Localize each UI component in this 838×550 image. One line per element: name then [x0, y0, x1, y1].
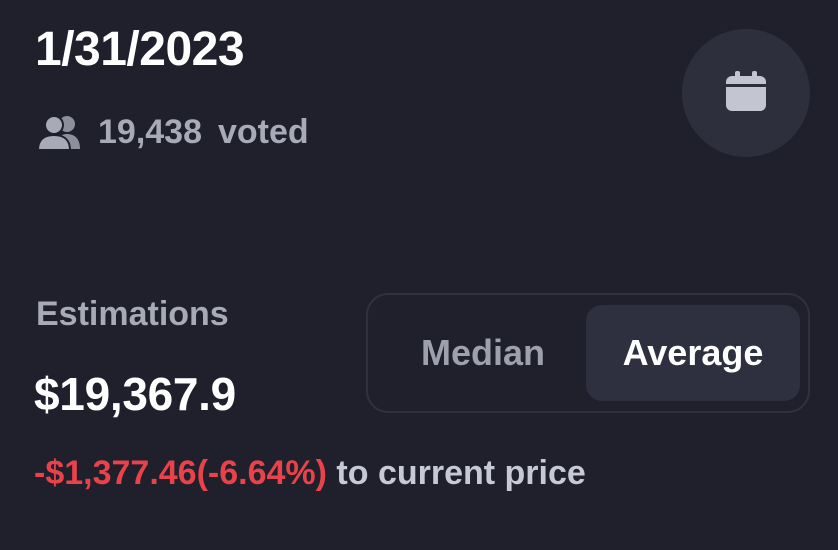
estimation-mode-toggle: Median Average [366, 293, 810, 413]
toggle-option-average[interactable]: Average [586, 305, 800, 401]
calendar-button[interactable] [682, 29, 810, 157]
voters-info: 19,438 voted [36, 110, 309, 154]
toggle-option-median[interactable]: Median [380, 305, 586, 401]
estimation-date: 1/31/2023 [35, 23, 245, 76]
price-delta-suffix: to current price [336, 454, 586, 492]
price-delta-amount: -$1,377.46(-6.64%) [34, 454, 327, 492]
estimation-value: $19,367.9 [34, 368, 236, 420]
estimations-label: Estimations [36, 295, 229, 333]
calendar-icon [723, 68, 769, 119]
voters-label: voted [218, 113, 309, 151]
price-delta: -$1,377.46(-6.64%) to current price [34, 450, 586, 496]
voters-count: 19,438 [98, 113, 202, 151]
people-icon [36, 110, 86, 154]
